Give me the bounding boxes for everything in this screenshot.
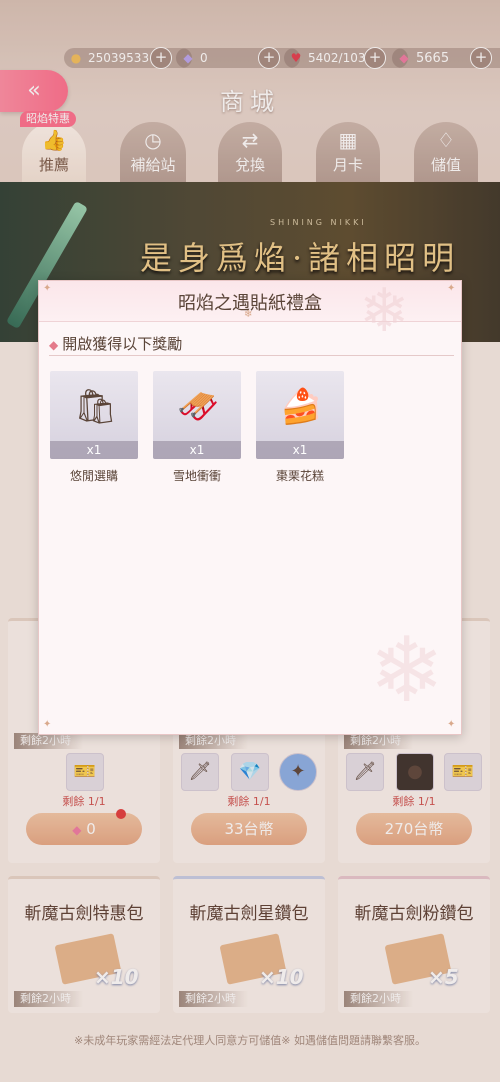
reward-quantity: x1 bbox=[153, 441, 241, 459]
cake-icon: 🍰 bbox=[280, 387, 323, 427]
reward-quantity: x1 bbox=[50, 441, 138, 459]
reward-item[interactable]: 🍰 x1 棗栗花糕 bbox=[256, 371, 344, 484]
reward-item[interactable]: 🛷 x1 雪地衝衝 bbox=[153, 371, 241, 484]
corner-ornament-icon: ✦ bbox=[43, 719, 52, 730]
section-label: 開啟獲得以下獎勵 bbox=[62, 335, 183, 353]
reward-quantity: x1 bbox=[256, 441, 344, 459]
gift-box-modal: 昭焰之遇貼紙禮盒 ✦ ✦ ❄ ❄ ❄ ◆ 開啟獲得以下獎勵 🛍 x1 悠閒選購 🛷… bbox=[38, 280, 462, 735]
sled-icon: 🛷 bbox=[177, 387, 220, 427]
snowflake-icon: ❄ bbox=[244, 309, 253, 320]
snowflake-decor-icon: ❄ bbox=[359, 276, 410, 346]
snowflake-decor-icon: ❄ bbox=[369, 618, 445, 723]
corner-ornament-icon: ✦ bbox=[447, 719, 456, 730]
reward-name: 悠閒選購 bbox=[69, 469, 118, 483]
shopping-bag-icon: 🛍 bbox=[74, 387, 118, 427]
reward-name: 棗栗花糕 bbox=[275, 469, 324, 483]
corner-ornament-icon: ✦ bbox=[43, 283, 52, 294]
reward-item[interactable]: 🛍 x1 悠閒選購 bbox=[50, 371, 138, 484]
diamond-bullet-icon: ◆ bbox=[49, 338, 59, 352]
reward-section-header: ◆ 開啟獲得以下獎勵 bbox=[49, 333, 454, 356]
corner-ornament-icon: ✦ bbox=[447, 283, 456, 294]
reward-name: 雪地衝衝 bbox=[172, 469, 221, 483]
